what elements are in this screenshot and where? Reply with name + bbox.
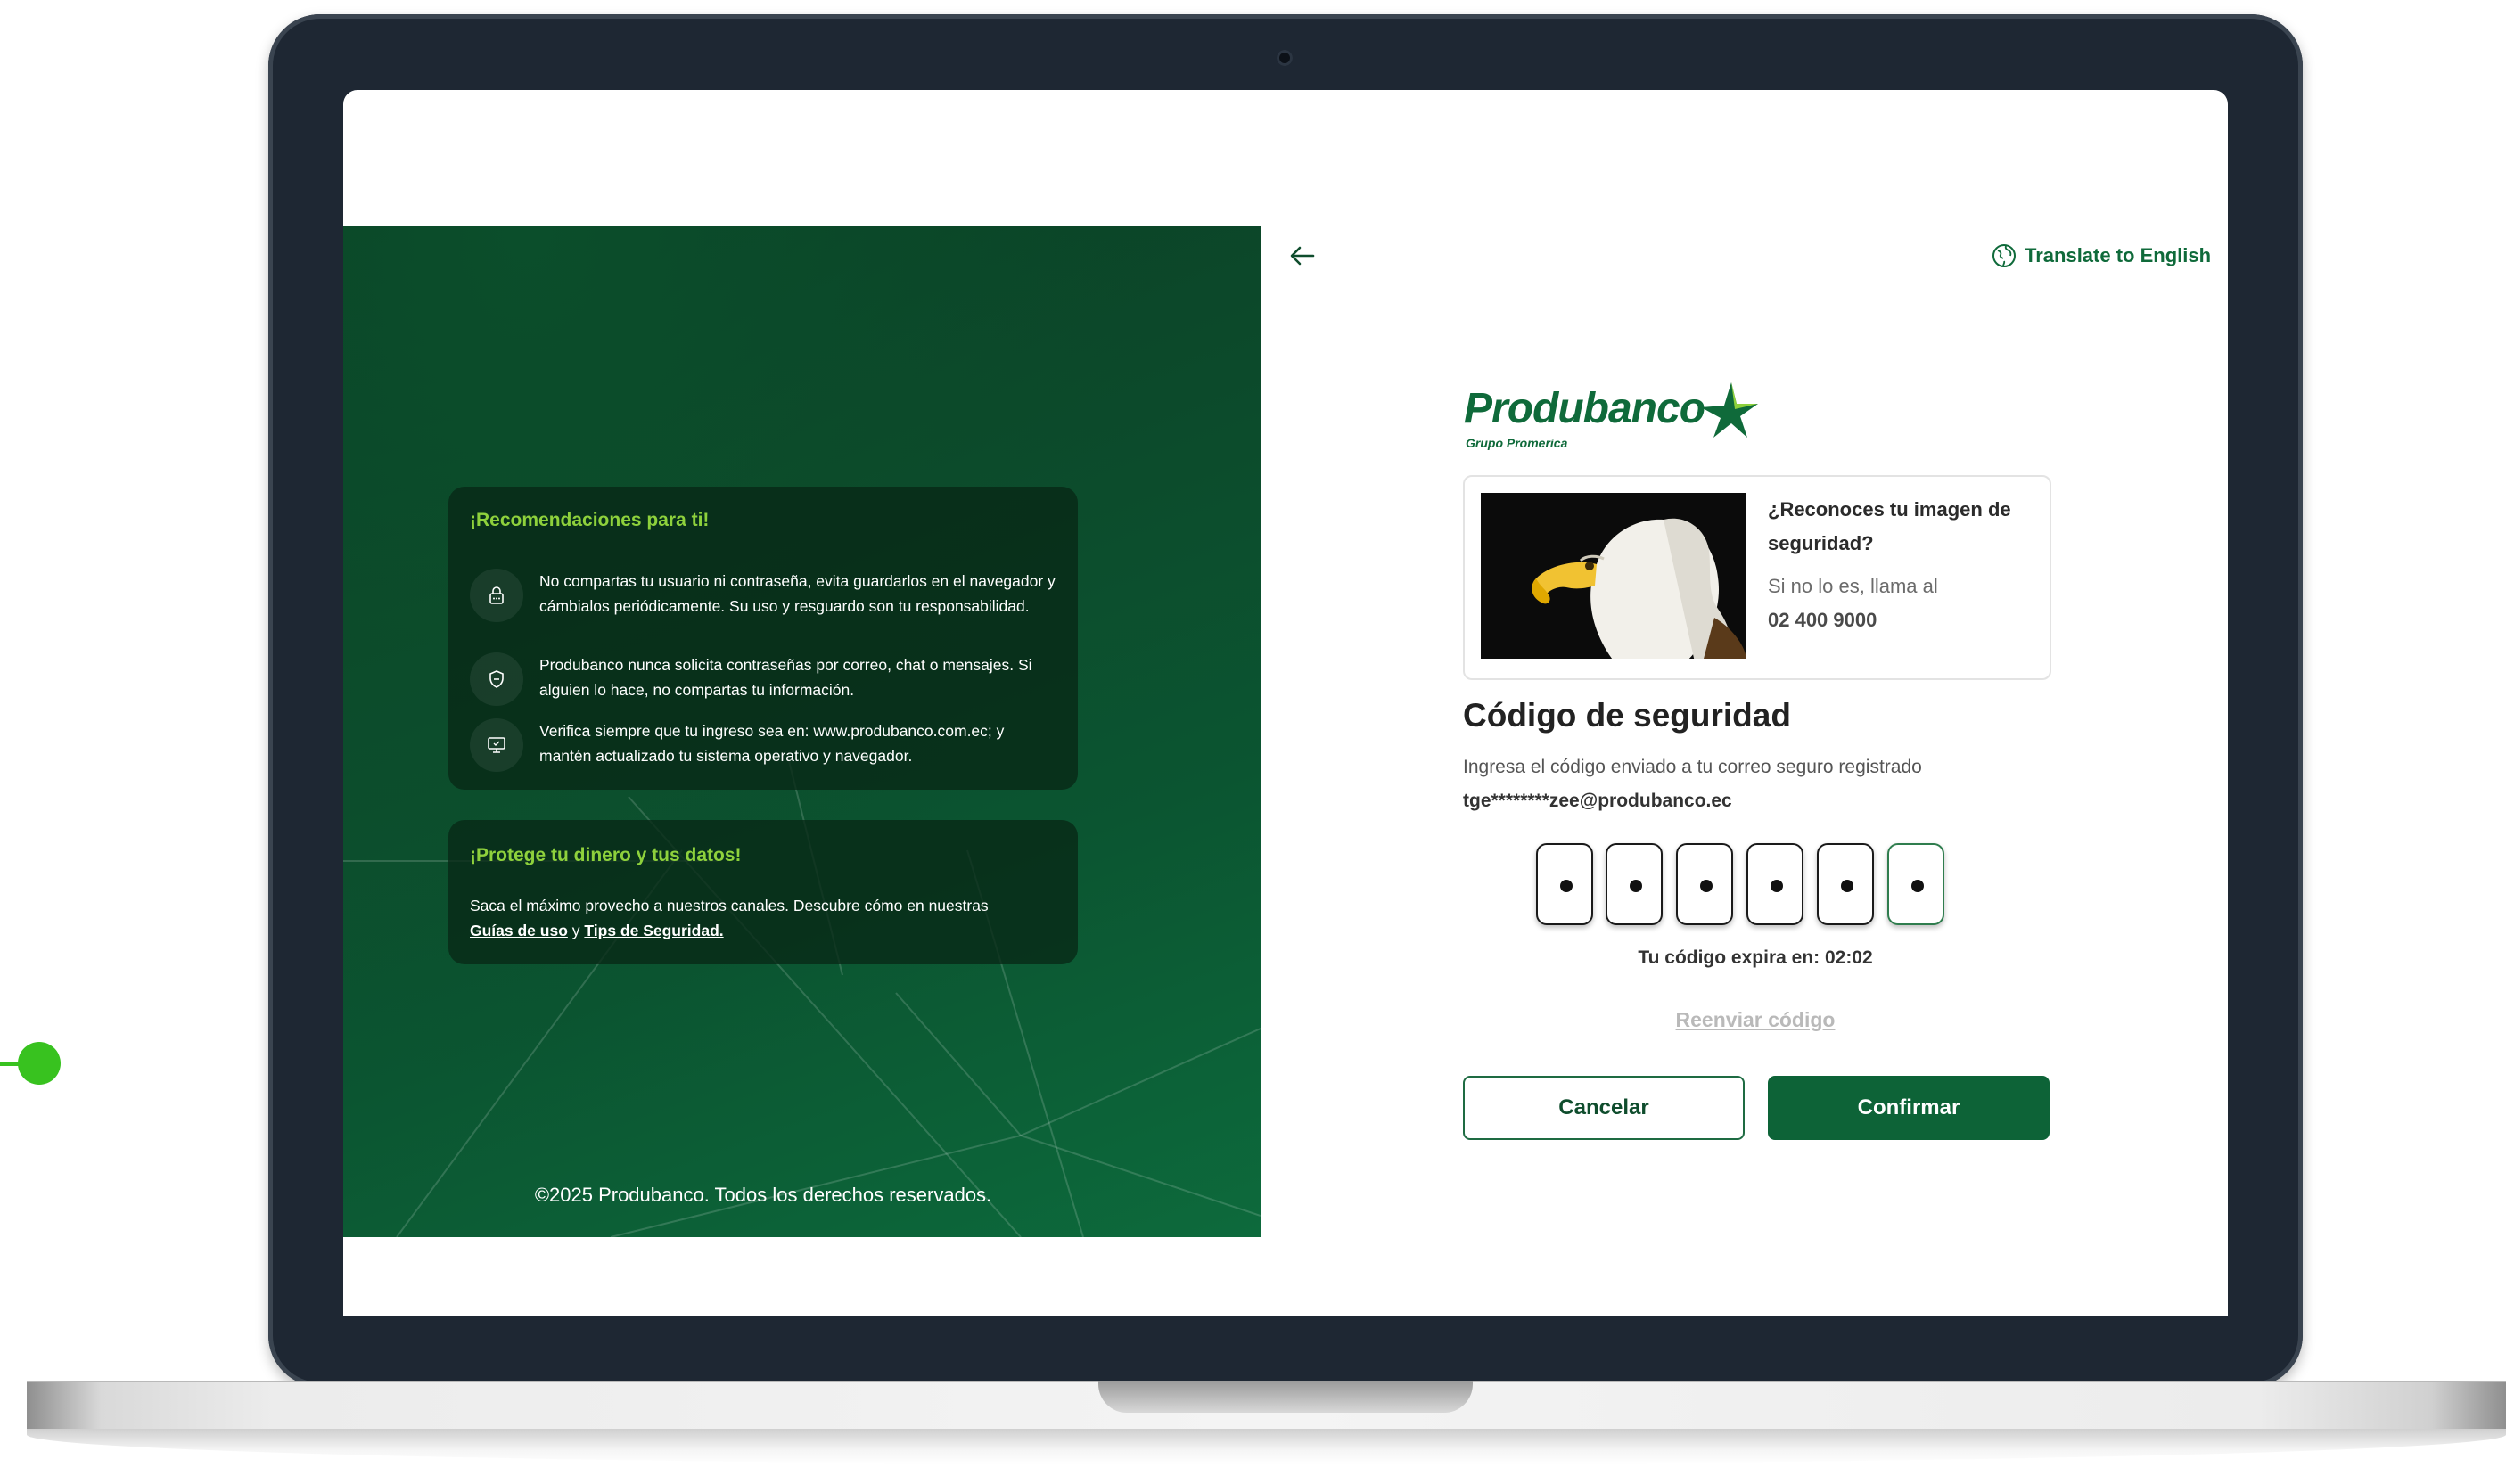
laptop-base-shadow [27, 1429, 2506, 1464]
copyright-text: ©2025 Produbanco. Todos los derechos res… [534, 1184, 992, 1206]
produbanco-logo: Produbanco Grupo Promerica [1464, 382, 1758, 459]
confirm-button[interactable]: Confirmar [1768, 1076, 2050, 1140]
security-image-box: ¿Reconoces tu imagen de seguridad? Si no… [1463, 475, 2051, 680]
protect-title: ¡Protege tu dinero y tus datos! [470, 845, 742, 865]
otp-digit-5[interactable] [1817, 843, 1874, 925]
support-phone: 02 400 9000 [1768, 609, 1877, 631]
otp-digit-3[interactable] [1676, 843, 1733, 925]
recommendations-card: ¡Recomendaciones para ti! No compartas t… [448, 487, 1078, 790]
otp-mask-dot [1560, 880, 1573, 892]
recommendations-title: ¡Recomendaciones para ti! [470, 510, 710, 530]
cancel-button[interactable]: Cancelar [1463, 1076, 1745, 1140]
otp-digit-6[interactable] [1887, 843, 1944, 925]
security-code-description: Ingresa el código enviado a tu correo se… [1463, 757, 1922, 777]
code-expiry-text: Tu código expira en: 02:02 [1638, 947, 1873, 968]
otp-mask-dot [1841, 880, 1853, 892]
star-logo-icon [1701, 382, 1758, 438]
security-image [1481, 493, 1746, 659]
lock-icon [470, 569, 523, 622]
camera-icon [1277, 50, 1293, 66]
translate-label: Translate to English [2025, 244, 2212, 266]
security-tips-link[interactable]: Tips de Seguridad. [584, 922, 723, 939]
security-image-hint: Si no lo es, llama al [1768, 575, 1938, 597]
globe-icon [1992, 244, 2016, 267]
translate-button[interactable]: Translate to English [1991, 240, 2211, 272]
monitor-icon [470, 718, 523, 772]
laptop-notch [1098, 1381, 1473, 1413]
otp-mask-dot [1911, 880, 1924, 892]
masked-email: tge********zee@produbanco.ec [1463, 791, 1732, 811]
recommendation-text: Verifica siempre que tu ingreso sea en: … [539, 722, 1005, 765]
promo-panel: ¡Recomendaciones para ti! No compartas t… [343, 226, 1261, 1237]
shield-icon [470, 652, 523, 706]
screen: ¡Recomendaciones para ti! No compartas t… [343, 90, 2228, 1316]
protect-connector: y [571, 922, 580, 939]
logo-wordmark: Produbanco [1464, 385, 1705, 432]
protect-card: ¡Protege tu dinero y tus datos! Saca el … [448, 820, 1078, 964]
logo-subtitle: Grupo Promerica [1466, 436, 1568, 450]
arrow-left-icon[interactable] [1286, 240, 1319, 276]
decorative-dot-icon [18, 1042, 61, 1085]
otp-digit-2[interactable] [1606, 843, 1663, 925]
guides-link[interactable]: Guías de uso [470, 922, 568, 939]
security-image-question: ¿Reconoces tu imagen de seguridad? [1768, 498, 2011, 554]
otp-mask-dot [1771, 880, 1783, 892]
otp-mask-dot [1700, 880, 1713, 892]
resend-code-link[interactable]: Reenviar código [1463, 1008, 2048, 1032]
protect-text: Saca el máximo provecho a nuestros canal… [470, 893, 1067, 943]
otp-mask-dot [1630, 880, 1642, 892]
recommendation-text: No compartas tu usuario ni contraseña, e… [539, 572, 1056, 615]
protect-text-body: Saca el máximo provecho a nuestros canal… [470, 897, 989, 914]
otp-digit-4[interactable] [1746, 843, 1803, 925]
otp-digit-1[interactable] [1536, 843, 1593, 925]
security-code-title: Código de seguridad [1463, 697, 1791, 734]
recommendation-text: Produbanco nunca solicita contraseñas po… [539, 656, 1032, 699]
